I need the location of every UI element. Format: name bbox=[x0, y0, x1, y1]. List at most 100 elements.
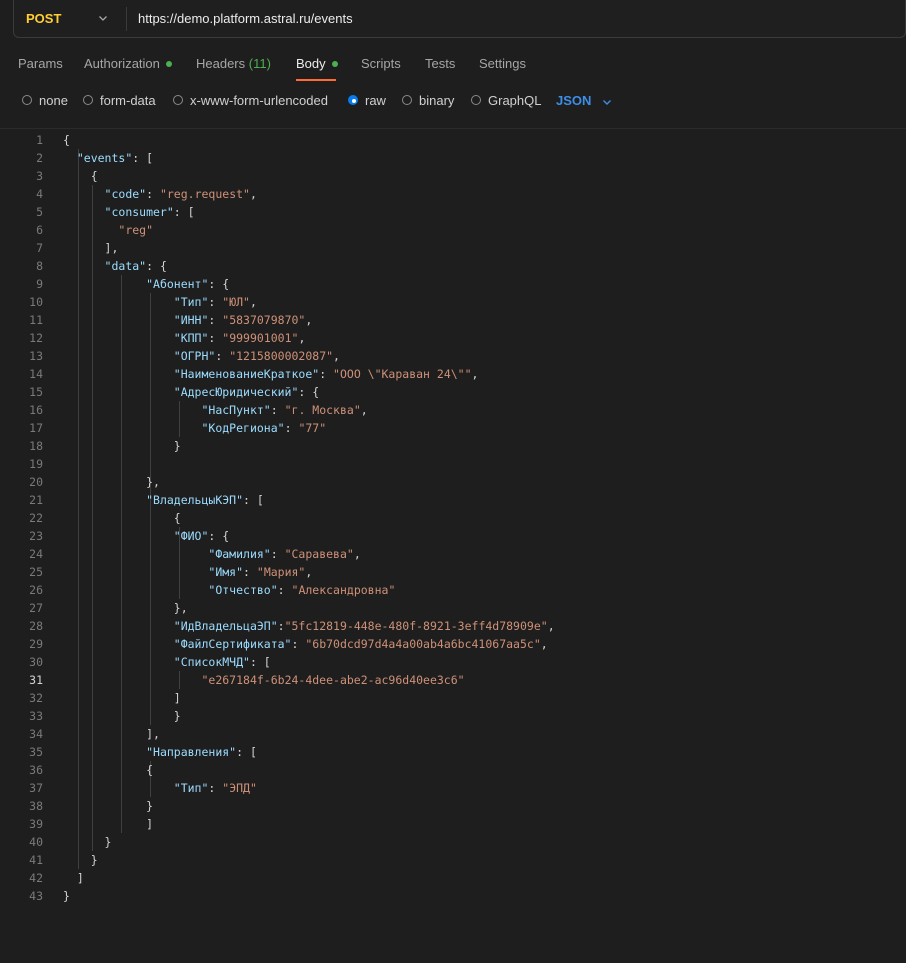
code-line[interactable]: 31 "e267184f-6b24-4dee-abe2-ac96d40ee3c6… bbox=[0, 671, 906, 689]
code-line[interactable]: 12 "КПП": "999901001", bbox=[0, 329, 906, 347]
code-line[interactable]: 22 { bbox=[0, 509, 906, 527]
url-divider bbox=[126, 7, 127, 31]
radio-icon[interactable] bbox=[83, 95, 93, 105]
chevron-down-icon[interactable] bbox=[97, 12, 109, 24]
tab-params[interactable]: Params bbox=[18, 54, 63, 74]
code-line[interactable]: 25 "Имя": "Мария", bbox=[0, 563, 906, 581]
code-line[interactable]: 39 ] bbox=[0, 815, 906, 833]
tab-scripts[interactable]: Scripts bbox=[361, 54, 401, 74]
code-text: "ФайлСертификата": "6b70dcd97d4a4a00ab4a… bbox=[173, 637, 548, 651]
radio-icon[interactable] bbox=[402, 95, 412, 105]
code-line[interactable]: 16 "НасПункт": "г. Москва", bbox=[0, 401, 906, 419]
code-text: "Направления": [ bbox=[146, 745, 257, 759]
line-number: 15 bbox=[29, 385, 43, 399]
code-line[interactable]: 28 "ИдВладельцаЭП":"5fc12819-448e-480f-8… bbox=[0, 617, 906, 635]
code-line[interactable]: 34 ], bbox=[0, 725, 906, 743]
code-editor[interactable]: 1{2 "events": [3 {4 "code": "reg.request… bbox=[0, 128, 906, 963]
code-text: "ОГРН": "1215800002087", bbox=[173, 349, 340, 363]
code-line[interactable]: 32 ] bbox=[0, 689, 906, 707]
code-text: "ВладельцыКЭП": [ bbox=[146, 493, 264, 507]
line-number: 29 bbox=[29, 637, 43, 651]
code-line[interactable]: 29 "ФайлСертификата": "6b70dcd97d4a4a00a… bbox=[0, 635, 906, 653]
tab-authorization[interactable]: Authorization bbox=[84, 54, 172, 74]
code-line[interactable]: 8 "data": { bbox=[0, 257, 906, 275]
code-line[interactable]: 19 bbox=[0, 455, 906, 473]
code-line[interactable]: 17 "КодРегиона": "77" bbox=[0, 419, 906, 437]
line-number: 39 bbox=[29, 817, 43, 831]
code-line[interactable]: 7 ], bbox=[0, 239, 906, 257]
code-text: }, bbox=[63, 601, 188, 615]
code-text: "ИНН": "5837079870", bbox=[173, 313, 313, 327]
code-line[interactable]: 13 "ОГРН": "1215800002087", bbox=[0, 347, 906, 365]
line-number: 4 bbox=[36, 187, 43, 201]
code-text: "АдресЮридический": { bbox=[173, 385, 320, 399]
code-text: { bbox=[63, 511, 181, 525]
url-input[interactable]: https://demo.platform.astral.ru/events bbox=[138, 11, 353, 26]
line-number: 11 bbox=[29, 313, 43, 327]
code-line[interactable]: 41 } bbox=[0, 851, 906, 869]
code-line[interactable]: 5 "consumer": [ bbox=[0, 203, 906, 221]
code-line[interactable]: 14 "НаименованиеКраткое": "ООО \"Караван… bbox=[0, 365, 906, 383]
code-line[interactable]: 35 "Направления": [ bbox=[0, 743, 906, 761]
code-text: "НасПункт": "г. Москва", bbox=[201, 403, 368, 417]
code-text: "Имя": "Мария", bbox=[208, 565, 313, 579]
code-text: ] bbox=[63, 817, 154, 831]
code-line[interactable]: 26 "Отчество": "Александровна" bbox=[0, 581, 906, 599]
radio-icon[interactable] bbox=[173, 95, 183, 105]
line-number: 26 bbox=[29, 583, 43, 597]
code-line[interactable]: 11 "ИНН": "5837079870", bbox=[0, 311, 906, 329]
line-number: 16 bbox=[29, 403, 43, 417]
code-line[interactable]: 4 "code": "reg.request", bbox=[0, 185, 906, 203]
code-line[interactable]: 27 }, bbox=[0, 599, 906, 617]
tab-label: Settings bbox=[479, 56, 526, 71]
code-text: "reg" bbox=[118, 223, 154, 237]
line-number: 13 bbox=[29, 349, 43, 363]
tab-headers[interactable]: Headers (11) bbox=[196, 54, 271, 74]
code-line[interactable]: 38 } bbox=[0, 797, 906, 815]
code-line[interactable]: 33 } bbox=[0, 707, 906, 725]
radio-checked-icon[interactable] bbox=[348, 95, 358, 105]
code-line[interactable]: 37 "Тип": "ЭПД" bbox=[0, 779, 906, 797]
code-line[interactable]: 43} bbox=[0, 887, 906, 905]
code-line[interactable]: 40 } bbox=[0, 833, 906, 851]
line-number: 10 bbox=[29, 295, 43, 309]
modified-dot-icon bbox=[331, 60, 338, 67]
line-number: 33 bbox=[29, 709, 43, 723]
code-text: } bbox=[63, 853, 98, 867]
code-text: "ИдВладельцаЭП":"5fc12819-448e-480f-8921… bbox=[173, 619, 555, 633]
code-line[interactable]: 3 { bbox=[0, 167, 906, 185]
code-line[interactable]: 20 }, bbox=[0, 473, 906, 491]
tab-tests[interactable]: Tests bbox=[425, 54, 455, 74]
code-text: "Отчество": "Александровна" bbox=[208, 583, 396, 597]
radio-icon[interactable] bbox=[471, 95, 481, 105]
line-number: 21 bbox=[29, 493, 43, 507]
line-number: 3 bbox=[36, 169, 43, 183]
code-text: }, bbox=[63, 475, 160, 489]
code-line[interactable]: 30 "СписокМЧД": [ bbox=[0, 653, 906, 671]
code-line[interactable]: 23 "ФИО": { bbox=[0, 527, 906, 545]
code-text: "НаименованиеКраткое": "ООО \"Караван 24… bbox=[173, 367, 479, 381]
line-number: 14 bbox=[29, 367, 43, 381]
tab-body[interactable]: Body bbox=[296, 54, 338, 74]
code-line[interactable]: 6 "reg" bbox=[0, 221, 906, 239]
radio-icon[interactable] bbox=[22, 95, 32, 105]
method-select[interactable]: POST bbox=[26, 11, 61, 26]
code-text: } bbox=[63, 835, 112, 849]
format-select[interactable]: JSON bbox=[556, 91, 611, 111]
request-bar: POST https://demo.platform.astral.ru/eve… bbox=[13, 0, 906, 38]
code-line[interactable]: 10 "Тип": "ЮЛ", bbox=[0, 293, 906, 311]
tab-label: Params bbox=[18, 56, 63, 71]
tab-settings[interactable]: Settings bbox=[479, 54, 526, 74]
code-line[interactable]: 15 "АдресЮридический": { bbox=[0, 383, 906, 401]
code-line[interactable]: 42 ] bbox=[0, 869, 906, 887]
headers-count: (11) bbox=[248, 56, 271, 71]
code-line[interactable]: 24 "Фамилия": "Саравева", bbox=[0, 545, 906, 563]
line-number: 27 bbox=[29, 601, 43, 615]
code-line[interactable]: 2 "events": [ bbox=[0, 149, 906, 167]
code-text: ] bbox=[63, 871, 84, 885]
code-line[interactable]: 1{ bbox=[0, 131, 906, 149]
code-line[interactable]: 21 "ВладельцыКЭП": [ bbox=[0, 491, 906, 509]
code-line[interactable]: 36 { bbox=[0, 761, 906, 779]
code-line[interactable]: 9 "Абонент": { bbox=[0, 275, 906, 293]
code-line[interactable]: 18 } bbox=[0, 437, 906, 455]
